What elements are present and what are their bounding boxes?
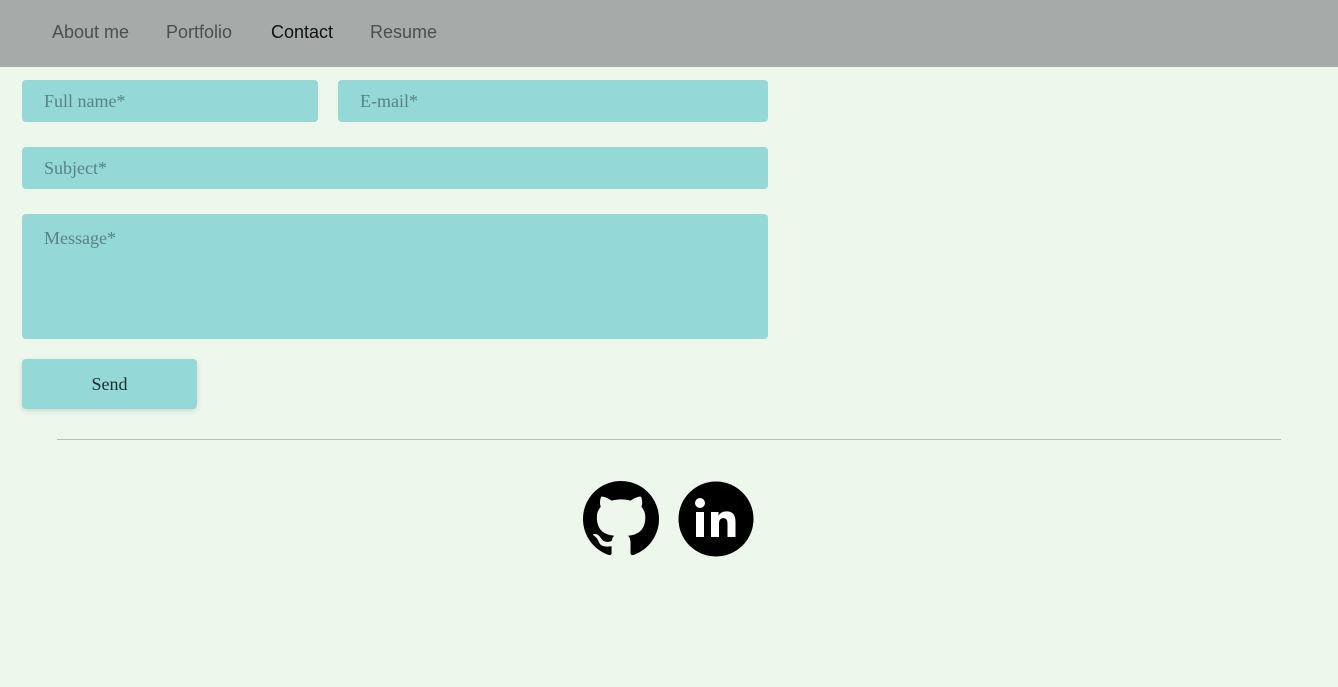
footer-divider (57, 439, 1281, 440)
nav-link-about-me[interactable]: About me (52, 20, 129, 44)
nav-link-portfolio[interactable]: Portfolio (166, 20, 232, 44)
nav-link-contact[interactable]: Contact (271, 20, 333, 44)
github-icon (583, 481, 659, 556)
send-button[interactable]: Send (22, 359, 197, 409)
full-name-input[interactable] (22, 80, 318, 122)
subject-input[interactable] (22, 147, 768, 189)
nav-link-resume[interactable]: Resume (370, 20, 437, 44)
email-input[interactable] (338, 80, 768, 122)
linkedin-link[interactable] (678, 481, 754, 557)
message-textarea[interactable] (22, 214, 768, 339)
linkedin-icon (678, 481, 754, 557)
github-link[interactable] (583, 481, 659, 557)
top-navbar: About me Portfolio Contact Resume (0, 0, 1338, 67)
